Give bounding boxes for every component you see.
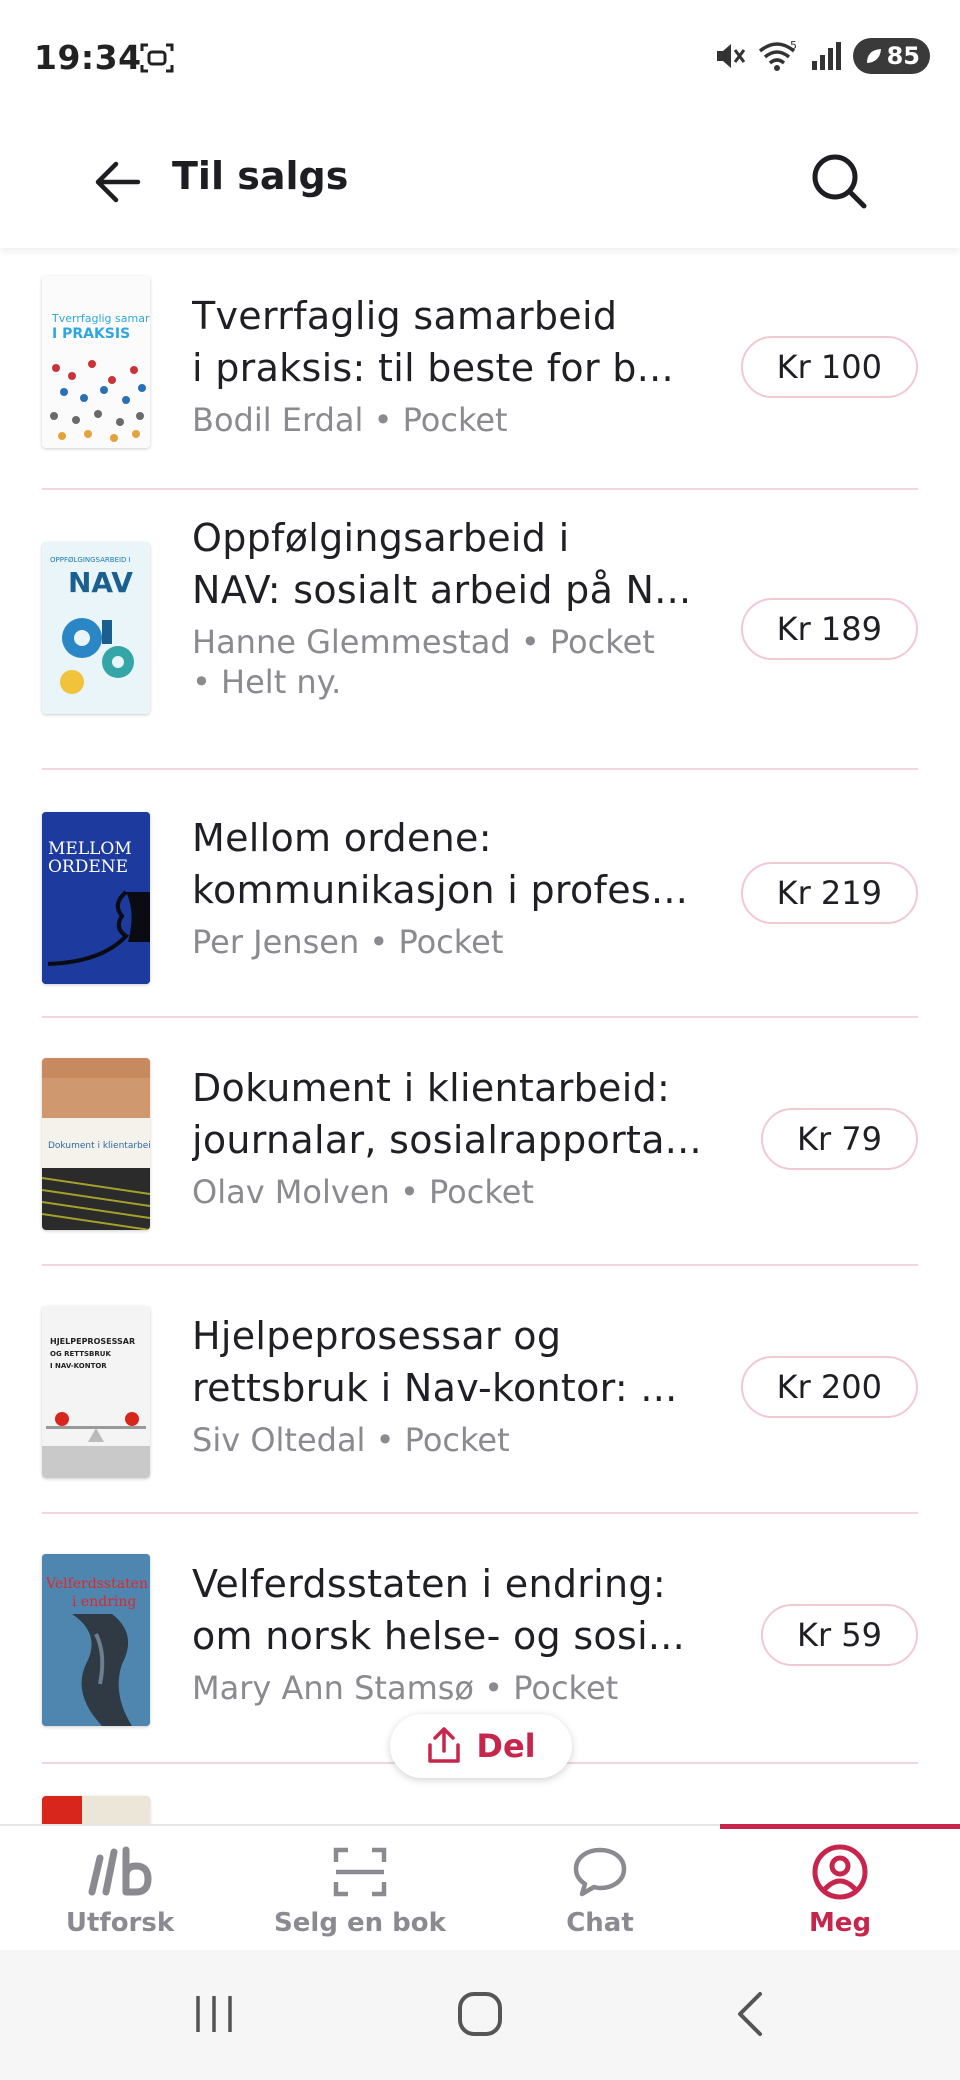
svg-text:Dokument i klientarbeid: Dokument i klientarbeid (48, 1141, 150, 1151)
wifi-icon: 5 (758, 39, 797, 71)
home-icon (458, 1992, 502, 2036)
battery-indicator: 85 (852, 38, 930, 74)
cover-image: Tverrfaglig samarbeid I PRAKSIS (42, 276, 150, 448)
price-badge: Kr 100 (740, 336, 918, 398)
book-meta: Siv Oltedal • Pocket (192, 1421, 510, 1459)
nav-item-selg-en-bok[interactable]: Selg en bok (240, 1826, 480, 1950)
status-bar: 19:34 5 85 (0, 0, 960, 116)
svg-text:Velferdsstaten: Velferdsstaten (45, 1576, 148, 1592)
book-title: Mellom ordene: kommunikasjon i profes... (192, 816, 689, 912)
cover-image: MELLOM ORDENE (42, 812, 150, 984)
book-meta: Per Jensen • Pocket (192, 923, 504, 961)
svg-text:MELLOM: MELLOM (48, 839, 132, 859)
list-item[interactable]: Tverrfaglig samarbeid I PRAKSIS Tverrfag… (42, 272, 918, 490)
cover-image: HJELPEPROSESSAR OG RETTSBRUK I NAV-KONTO… (42, 1306, 150, 1478)
arrow-left-icon (95, 161, 141, 203)
book-cover: MELLOM ORDENE (42, 812, 150, 984)
nav-item-meg[interactable]: Meg (720, 1824, 960, 1950)
cover-image: Dokument i klientarbeid (42, 1058, 150, 1230)
nav-label: Utforsk (65, 1908, 175, 1938)
list-item[interactable]: HJELPEPROSESSAR OG RETTSBRUK I NAV-KONTO… (42, 1268, 918, 1514)
back-nav-button[interactable] (722, 1984, 778, 2044)
screenshot-icon (140, 43, 174, 73)
book-title: Tverrfaglig samarbeid i praksis: til bes… (192, 294, 674, 390)
book-meta: Mary Ann Stamsø • Pocket (192, 1669, 619, 1707)
price-badge: Kr 189 (740, 598, 918, 660)
share-icon (428, 1727, 461, 1763)
svg-text:OG RETTSBRUK: OG RETTSBRUK (50, 1350, 111, 1358)
book-meta: Olav Molven • Pocket (192, 1173, 534, 1211)
status-icons: 5 85 (713, 36, 930, 76)
brand-icon (88, 1846, 152, 1896)
book-cover: Dokument i klientarbeid (42, 1058, 150, 1230)
svg-text:OPPFØLGINGSARBEID I: OPPFØLGINGSARBEID I (50, 556, 131, 564)
book-cover: Velferdsstaten i endring (42, 1554, 150, 1726)
page-title: Til salgs (172, 154, 349, 198)
list-item[interactable]: Dokument i klientarbeid Dokument i klien… (42, 1020, 918, 1266)
svg-text:i endring: i endring (72, 1594, 136, 1610)
back-button[interactable] (88, 152, 148, 212)
price-badge: Kr 79 (760, 1108, 918, 1170)
mute-icon (716, 44, 745, 68)
nav-label: Selg en bok (274, 1908, 446, 1938)
recent-apps-button[interactable] (186, 1984, 242, 2044)
price-badge: Kr 59 (760, 1604, 918, 1666)
book-title: Velferdsstaten i endring: om norsk helse… (192, 1562, 686, 1658)
nav-label: Chat (566, 1908, 634, 1938)
listing-list: Tverrfaglig samarbeid I PRAKSIS Tverrfag… (0, 248, 960, 1824)
scan-icon (333, 1847, 387, 1897)
home-button[interactable] (450, 1984, 510, 2044)
svg-text:I NAV-KONTOR: I NAV-KONTOR (50, 1362, 107, 1370)
share-button[interactable]: Del (390, 1714, 572, 1778)
book-cover: HJELPEPROSESSAR OG RETTSBRUK I NAV-KONTO… (42, 1306, 150, 1478)
svg-text:5: 5 (790, 39, 797, 52)
book-meta: Bodil Erdal • Pocket (192, 401, 508, 439)
profile-icon (812, 1844, 868, 1900)
leaf-icon (866, 49, 881, 63)
status-time: 19:34 (34, 38, 142, 77)
book-cover: OPPFØLGINGSARBEID I NAV (42, 542, 150, 714)
app-header: Til salgs (0, 116, 960, 248)
nav-item-utforsk[interactable]: Utforsk (0, 1826, 240, 1950)
svg-text:HJELPEPROSESSAR: HJELPEPROSESSAR (50, 1337, 135, 1346)
search-icon (812, 154, 867, 209)
signal-icon (811, 42, 841, 70)
price-badge: Kr 219 (740, 862, 918, 924)
nav-label: Meg (808, 1908, 872, 1938)
recent-apps-icon (196, 1996, 232, 2032)
battery-level: 85 (886, 42, 920, 70)
chat-icon (573, 1847, 627, 1897)
svg-text:ORDENE: ORDENE (48, 857, 128, 877)
chevron-left-icon (738, 1992, 762, 2036)
book-title: Oppfølgingsarbeid i NAV: sosialt arbeid … (192, 516, 692, 612)
book-title: Hjelpeprosessar og rettsbruk i Nav-konto… (192, 1314, 678, 1410)
book-meta: Hanne Glemmestad • Pocket • Helt ny. (192, 623, 655, 701)
nav-item-chat[interactable]: Chat (480, 1826, 720, 1950)
share-label: Del (476, 1727, 536, 1765)
book-cover: Tverrfaglig samarbeid I PRAKSIS (42, 276, 150, 448)
svg-text:I PRAKSIS: I PRAKSIS (52, 326, 130, 342)
svg-text:Tverrfaglig samarbeid: Tverrfaglig samarbeid (51, 312, 150, 325)
list-item[interactable]: MELLOM ORDENE Mellom ordene: kommunikasj… (42, 772, 918, 1018)
cover-image: OPPFØLGINGSARBEID I NAV (42, 542, 150, 714)
search-button[interactable] (804, 146, 874, 216)
book-cover (42, 1796, 150, 1824)
price-badge: Kr 200 (740, 1356, 918, 1418)
system-nav-bar (0, 1950, 960, 2080)
cover-image: Velferdsstaten i endring (42, 1554, 150, 1726)
list-item[interactable]: OPPFØLGINGSARBEID I NAV Oppfølgingsarbei… (42, 492, 918, 770)
book-title: Dokument i klientarbeid: journalar, sosi… (192, 1066, 702, 1162)
svg-text:NAV: NAV (68, 566, 133, 599)
cover-image (42, 1796, 150, 1824)
bottom-nav: Utforsk Selg en bok Chat Meg (0, 1824, 960, 1950)
